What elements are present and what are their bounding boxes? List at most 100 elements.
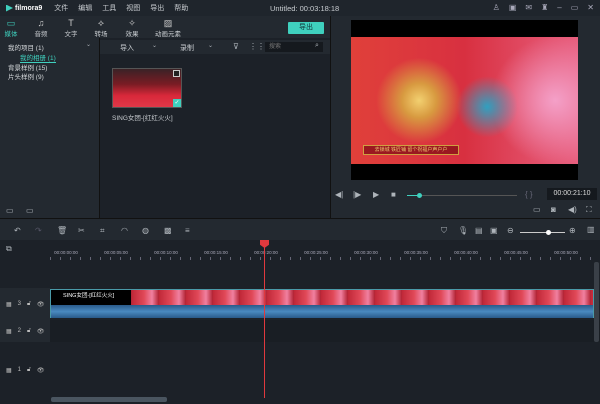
tick-label: 00:00:40:00	[454, 250, 478, 255]
crop-icon[interactable]: ⌗	[100, 226, 105, 236]
horizontal-scrollbar[interactable]	[51, 397, 167, 402]
timeline-zoom-slider[interactable]	[520, 232, 565, 233]
menu-export[interactable]: 导出	[150, 3, 164, 13]
visibility-icon[interactable]: 👁︎	[37, 367, 45, 374]
playhead-line[interactable]	[264, 240, 265, 398]
lock-icon[interactable]: 🔓︎	[27, 328, 31, 335]
volume-icon[interactable]: ◀)	[568, 205, 577, 214]
microphone-icon[interactable]: 🎙	[458, 226, 468, 235]
play-frame-icon[interactable]: |▶	[353, 190, 361, 199]
sidebar-item-my-project[interactable]: 我的项目 (1)	[8, 42, 44, 52]
export-button[interactable]: 导出	[288, 22, 324, 34]
zoom-out-icon[interactable]: ⊖	[507, 226, 514, 235]
save-icon[interactable]: ▣	[509, 3, 517, 12]
grid-view-icon[interactable]: ⋮⋮	[249, 42, 265, 51]
visibility-icon[interactable]: 👁︎	[37, 328, 45, 335]
timeline-video-clip[interactable]: SING女团-[红红火火]	[50, 289, 594, 318]
green-screen-icon[interactable]: ▩	[164, 226, 172, 235]
tab-text[interactable]: T文字	[56, 18, 86, 38]
new-folder-icon[interactable]: ▭	[6, 206, 14, 215]
stop-icon[interactable]: ■	[391, 190, 396, 199]
tab-elements[interactable]: ▨动画元素	[152, 18, 184, 38]
close-button[interactable]: ✕	[587, 3, 594, 12]
zoom-handle[interactable]	[546, 230, 551, 235]
chevron-down-icon[interactable]: ⌄	[86, 41, 91, 48]
lock-icon[interactable]: 🔓︎	[27, 301, 31, 308]
video-track-icon: ▦	[6, 367, 12, 374]
chevron-down-icon[interactable]: ⌄	[208, 42, 213, 49]
redo-icon[interactable]: ↷	[35, 226, 42, 235]
split-screen-icon[interactable]: ▣	[490, 226, 498, 235]
video-frame: 去锁城 铁匠铺 留个祝福户声户户	[351, 37, 578, 164]
audio-waveform	[51, 305, 593, 318]
zoom-in-icon[interactable]: ⊕	[569, 226, 576, 235]
clip-frames: SING女团-[红红火火]	[51, 290, 593, 305]
menu-view[interactable]: 视图	[126, 3, 140, 13]
minimize-button[interactable]: –	[557, 3, 561, 12]
tab-transition[interactable]: ⟡转场	[86, 18, 116, 38]
import-dropdown[interactable]: 导入	[120, 43, 134, 53]
title-bar: filmora9 文件 编辑 工具 视图 导出 帮助 Untitled: 00:…	[0, 0, 600, 16]
color-icon[interactable]: ◍	[142, 226, 149, 235]
search-icon[interactable]: ⌕	[315, 42, 319, 50]
cut-icon[interactable]: ✂	[78, 226, 85, 235]
track-header-3: ▦3 🔓︎👁︎	[0, 288, 50, 320]
play-icon[interactable]: ▶	[373, 190, 379, 199]
previous-frame-icon[interactable]: ◀|	[335, 190, 343, 199]
tab-effects[interactable]: ✧效果	[117, 18, 147, 38]
folder-icon: ▭	[0, 18, 26, 28]
menu-edit[interactable]: 编辑	[78, 3, 92, 13]
lock-icon[interactable]: 🔓︎	[27, 367, 31, 374]
account-icon[interactable]: ♙	[493, 3, 500, 12]
track-header-2: ▦2 🔓︎👁︎	[0, 320, 50, 342]
undo-icon[interactable]: ↶	[14, 226, 21, 235]
library-tabs: ▭ 媒体 ♫音频 T文字 ⟡转场 ✧效果 ▨动画元素 导出	[0, 16, 330, 38]
sidebar-item-intros[interactable]: 片头样例 (9)	[8, 71, 44, 81]
app-logo: filmora9	[6, 5, 42, 12]
marker-icon[interactable]: ⛉	[441, 226, 447, 236]
media-library: 导入 ⌄ 录制 ⌄ ⊽ ⋮⋮ ⌕ ✓ SING女团-[红红火火]	[100, 38, 330, 218]
maximize-button[interactable]: ▭	[571, 3, 579, 12]
logo-text: filmora9	[15, 5, 42, 12]
speed-icon[interactable]: ◠	[121, 226, 128, 235]
track-header-1: ▦1 🔓︎👁︎	[0, 345, 50, 395]
folder-icon[interactable]: ▭	[26, 206, 34, 215]
tick-label: 00:00:30:00	[354, 250, 378, 255]
mail-icon[interactable]: ✉	[525, 3, 532, 12]
tab-label: 媒体	[5, 31, 18, 38]
tab-audio[interactable]: ♫音频	[26, 18, 56, 38]
playback-handle[interactable]	[417, 193, 422, 198]
tick-label: 00:00:50:00	[554, 250, 578, 255]
clip-label: SING女团-[红红火火]	[63, 291, 114, 299]
record-dropdown[interactable]: 录制	[180, 43, 194, 53]
audio-mixer-icon[interactable]: ≡	[185, 226, 190, 235]
vertical-scrollbar[interactable]	[594, 262, 599, 342]
add-track-icon[interactable]: ⧉	[6, 244, 12, 254]
mark-in-out-icon[interactable]: { }	[525, 190, 533, 199]
menu-tools[interactable]: 工具	[102, 3, 116, 13]
tick-label: 00:00:15:00	[204, 250, 228, 255]
timeline-toolbar: ↶ ↷ 🗑 ✂ ⌗ ◠ ◍ ▩ ≡ ⛉ 🎙 ▤ ▣ ⊖ ⊕ ▥	[0, 218, 600, 240]
tab-label: 动画元素	[155, 31, 181, 38]
playback-slider[interactable]	[407, 195, 517, 196]
voiceover-icon[interactable]: ▤	[475, 226, 483, 235]
menu-help[interactable]: 帮助	[174, 3, 188, 13]
render-preview-icon[interactable]: ▭	[533, 205, 541, 214]
menu-file[interactable]: 文件	[54, 3, 68, 13]
tab-label: 效果	[126, 31, 139, 38]
fullscreen-icon[interactable]: ⛶	[586, 205, 592, 215]
visibility-icon[interactable]: 👁︎	[37, 301, 45, 308]
panel-layout-icon[interactable]: ▥	[587, 225, 595, 234]
preview-screen: 去锁城 铁匠铺 留个祝福户声户户	[351, 20, 578, 180]
delete-icon[interactable]: 🗑	[57, 226, 67, 235]
tab-media[interactable]: ▭ 媒体	[0, 18, 26, 38]
chevron-down-icon[interactable]: ⌄	[152, 42, 157, 49]
notification-icon[interactable]: ♜	[541, 3, 548, 12]
media-thumbnail[interactable]: ✓	[112, 68, 182, 108]
snapshot-icon[interactable]: ◙	[551, 205, 556, 214]
preview-panel: 去锁城 铁匠铺 留个祝福户声户户 ◀| |▶ ▶ ■ { } 00:00:21:…	[330, 16, 600, 218]
tab-label: 文字	[65, 31, 78, 38]
tick-label: 00:00:35:00	[404, 250, 428, 255]
tab-label: 转场	[95, 31, 108, 38]
filter-icon[interactable]: ⊽	[233, 42, 239, 51]
